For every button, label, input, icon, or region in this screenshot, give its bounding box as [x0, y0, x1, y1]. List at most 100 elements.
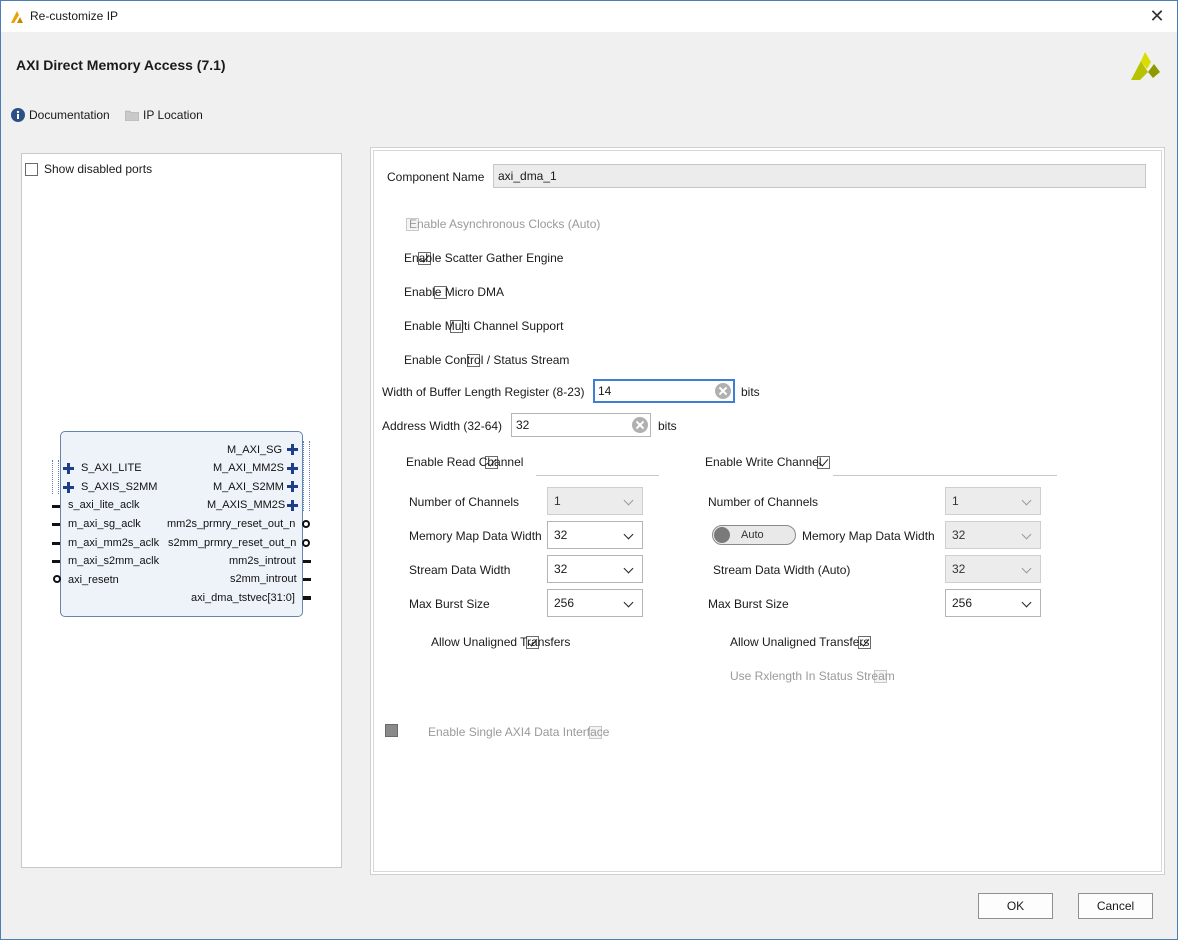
port-s2mm-reset-out: s2mm_prmry_reset_out_n	[168, 537, 297, 549]
active-low-bubble	[53, 575, 61, 583]
expand-plus-icon[interactable]	[63, 463, 74, 474]
buffer-length-input[interactable]: 14	[593, 379, 735, 403]
active-low-bubble	[302, 520, 310, 528]
buffer-length-unit: bits	[741, 385, 760, 399]
write-max-burst-select[interactable]: 256	[945, 589, 1041, 617]
read-max-burst-select[interactable]: 256	[547, 589, 643, 617]
port-m-axi-sg: M_AXI_SG	[227, 444, 283, 456]
port-s-axi-lite: S_AXI_LITE	[81, 462, 142, 474]
read-max-burst-label: Max Burst Size	[409, 597, 490, 611]
read-mm-width-label: Memory Map Data Width	[409, 529, 542, 543]
read-mm-width-value: 32	[554, 528, 568, 542]
lock-icon	[385, 724, 398, 737]
address-width-input[interactable]: 32	[511, 413, 651, 437]
read-channel-title: Enable Read Channel	[406, 455, 524, 469]
info-icon	[11, 108, 25, 122]
clear-icon[interactable]	[632, 417, 648, 433]
port-m-axi-mm2s-aclk: m_axi_mm2s_aclk	[68, 537, 160, 549]
expand-plus-icon[interactable]	[63, 482, 74, 493]
single-axi4-label: Enable Single AXI4 Data Interface	[428, 725, 610, 739]
active-low-bubble	[302, 539, 310, 547]
port-pin	[52, 505, 60, 508]
write-stream-width-select: 32	[945, 555, 1041, 583]
address-width-label: Address Width (32-64)	[382, 419, 503, 433]
port-m-axis-mm2s: M_AXIS_MM2S	[207, 499, 286, 511]
close-icon[interactable]: ✕	[1145, 5, 1169, 27]
expand-plus-icon[interactable]	[287, 444, 298, 455]
write-stream-width-value: 32	[952, 562, 966, 576]
title-bar: Re-customize IP ✕	[1, 1, 1177, 32]
write-num-channels-value: 1	[952, 494, 959, 508]
show-disabled-ports-checkbox[interactable]	[25, 163, 38, 177]
bus-interface-marker	[303, 441, 310, 511]
port-s-axi-lite-aclk: s_axi_lite_aclk	[68, 499, 140, 511]
read-stream-width-select[interactable]: 32	[547, 555, 643, 583]
read-num-channels-select: 1	[547, 487, 643, 515]
async-clocks-label: Enable Asynchronous Clocks (Auto)	[409, 217, 601, 231]
write-max-burst-label: Max Burst Size	[708, 597, 789, 611]
toggle-knob	[714, 527, 730, 543]
expand-plus-icon[interactable]	[287, 481, 298, 492]
write-channel-separator	[833, 475, 1057, 476]
ip-location-label: IP Location	[143, 108, 203, 122]
documentation-link[interactable]: Documentation	[11, 108, 110, 122]
read-unaligned-label: Allow Unaligned Transfers	[431, 635, 571, 649]
buffer-length-label: Width of Buffer Length Register (8-23)	[382, 385, 585, 399]
chevron-down-icon	[623, 495, 634, 506]
port-m-axi-s2mm-aclk: m_axi_s2mm_aclk	[68, 555, 160, 567]
chevron-down-icon	[1021, 529, 1032, 540]
port-s2mm-introut: s2mm_introut	[230, 573, 297, 585]
port-pin	[52, 523, 60, 526]
chevron-down-icon	[1021, 597, 1032, 608]
expand-plus-icon[interactable]	[287, 500, 298, 511]
write-mm-width-label: Memory Map Data Width	[802, 529, 935, 543]
port-tstvec: axi_dma_tstvec[31:0]	[191, 592, 295, 604]
read-channel-separator	[536, 475, 659, 476]
chevron-down-icon	[1021, 495, 1032, 506]
multi-channel-label: Enable Multi Channel Support	[404, 319, 564, 333]
rxlength-label: Use Rxlength In Status Stream	[730, 669, 895, 683]
write-stream-width-label: Stream Data Width (Auto)	[713, 563, 851, 577]
ok-button[interactable]: OK	[978, 893, 1053, 919]
chevron-down-icon	[623, 529, 634, 540]
read-num-channels-value: 1	[554, 494, 561, 508]
expand-plus-icon[interactable]	[287, 463, 298, 474]
write-unaligned-label: Allow Unaligned Transfers	[730, 635, 870, 649]
chevron-down-icon	[623, 563, 634, 574]
cancel-button[interactable]: Cancel	[1078, 893, 1153, 919]
write-num-channels-select: 1	[945, 487, 1041, 515]
bus-interface-marker	[52, 460, 59, 494]
chevron-down-icon	[623, 597, 634, 608]
address-width-unit: bits	[658, 419, 677, 433]
port-pin	[52, 542, 60, 545]
ip-title: AXI Direct Memory Access (7.1)	[16, 57, 226, 73]
control-status-label: Enable Control / Status Stream	[404, 353, 570, 367]
port-pin	[303, 596, 311, 600]
read-num-channels-label: Number of Channels	[409, 495, 520, 509]
xilinx-logo-icon	[1131, 52, 1160, 80]
component-name-field[interactable]: axi_dma_1	[493, 164, 1146, 188]
clear-icon[interactable]	[715, 383, 731, 399]
documentation-label: Documentation	[29, 108, 110, 122]
port-pin	[303, 578, 311, 581]
read-stream-width-value: 32	[554, 562, 568, 576]
auto-toggle[interactable]: Auto	[712, 525, 796, 545]
port-axi-resetn: axi_resetn	[68, 574, 119, 586]
port-m-axi-sg-aclk: m_axi_sg_aclk	[68, 518, 141, 530]
read-mm-width-select[interactable]: 32	[547, 521, 643, 549]
port-s-axis-s2mm: S_AXIS_S2MM	[81, 481, 158, 493]
read-max-burst-value: 256	[554, 596, 575, 610]
write-mm-width-value: 32	[952, 528, 966, 542]
write-num-channels-label: Number of Channels	[708, 495, 819, 509]
port-pin	[52, 560, 60, 563]
micro-dma-label: Enable Micro DMA	[404, 285, 505, 299]
read-stream-width-label: Stream Data Width	[409, 563, 511, 577]
port-mm2s-introut: mm2s_introut	[229, 555, 296, 567]
port-mm2s-reset-out: mm2s_prmry_reset_out_n	[167, 518, 296, 530]
write-max-burst-value: 256	[952, 596, 973, 610]
folder-icon	[125, 110, 139, 121]
vivado-icon	[11, 11, 23, 23]
ip-location-link[interactable]: IP Location	[125, 108, 203, 122]
show-disabled-ports-label: Show disabled ports	[44, 162, 153, 176]
port-pin	[303, 560, 311, 563]
